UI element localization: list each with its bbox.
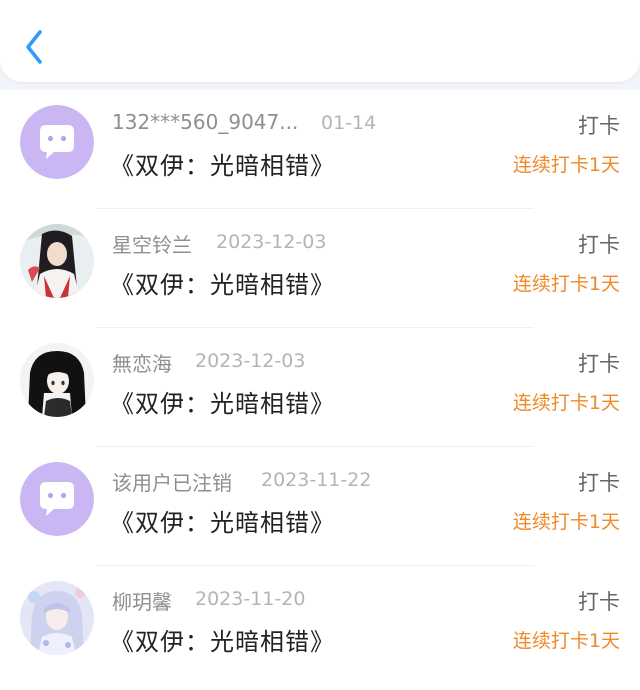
- user-avatar-image: [20, 581, 94, 655]
- streak-label: 连续打卡1天: [512, 630, 620, 652]
- user-name[interactable]: 柳玥馨: [112, 586, 172, 615]
- checkin-date: 2023-12-03: [216, 231, 327, 253]
- checkin-label: 打卡: [578, 114, 620, 138]
- avatar[interactable]: [20, 105, 94, 179]
- book-title[interactable]: 《双伊：光暗相错》: [110, 503, 335, 538]
- list-item[interactable]: 無恋海 2023-12-03 《双伊：光暗相错》 打卡 连续打卡1天: [0, 328, 640, 447]
- checkin-label: 打卡: [578, 233, 620, 257]
- book-title[interactable]: 《双伊：光暗相错》: [110, 384, 335, 419]
- checkin-list: 132***560_9047... 01-14 《双伊：光暗相错》 打卡 连续打…: [0, 90, 640, 690]
- book-title[interactable]: 《双伊：光暗相错》: [110, 265, 335, 300]
- chat-bubble-avatar-icon: [20, 105, 94, 179]
- checkin-date: 2023-11-20: [195, 588, 306, 610]
- book-title[interactable]: 《双伊：光暗相错》: [110, 622, 335, 657]
- top-bar: [0, 0, 640, 82]
- avatar[interactable]: [20, 462, 94, 536]
- user-avatar-image: [20, 343, 94, 417]
- avatar[interactable]: [20, 581, 94, 655]
- list-item[interactable]: 该用户已注销 2023-11-22 《双伊：光暗相错》 打卡 连续打卡1天: [0, 447, 640, 566]
- user-name[interactable]: 無恋海: [112, 348, 172, 377]
- chevron-left-icon: [26, 30, 42, 64]
- avatar[interactable]: [20, 224, 94, 298]
- checkin-label: 打卡: [578, 352, 620, 376]
- checkin-label: 打卡: [578, 590, 620, 614]
- checkin-date: 2023-11-22: [261, 469, 372, 491]
- checkin-date: 2023-12-03: [195, 350, 306, 372]
- streak-label: 连续打卡1天: [512, 511, 620, 533]
- chat-bubble-avatar-icon: [20, 462, 94, 536]
- list-item[interactable]: 星空铃兰 2023-12-03 《双伊：光暗相错》 打卡 连续打卡1天: [0, 209, 640, 328]
- streak-label: 连续打卡1天: [512, 273, 620, 295]
- list-item[interactable]: 柳玥馨 2023-11-20 《双伊：光暗相错》 打卡 连续打卡1天: [0, 566, 640, 685]
- user-name[interactable]: 星空铃兰: [112, 229, 192, 258]
- avatar[interactable]: [20, 343, 94, 417]
- checkin-date: 01-14: [321, 112, 377, 134]
- list-item[interactable]: 132***560_9047... 01-14 《双伊：光暗相错》 打卡 连续打…: [0, 90, 640, 209]
- checkin-label: 打卡: [578, 471, 620, 495]
- user-name[interactable]: 该用户已注销: [112, 467, 232, 496]
- streak-label: 连续打卡1天: [512, 154, 620, 176]
- streak-label: 连续打卡1天: [512, 392, 620, 414]
- back-button[interactable]: [18, 24, 52, 70]
- user-avatar-image: [20, 224, 94, 298]
- book-title[interactable]: 《双伊：光暗相错》: [110, 146, 335, 181]
- user-name[interactable]: 132***560_9047...: [112, 110, 298, 134]
